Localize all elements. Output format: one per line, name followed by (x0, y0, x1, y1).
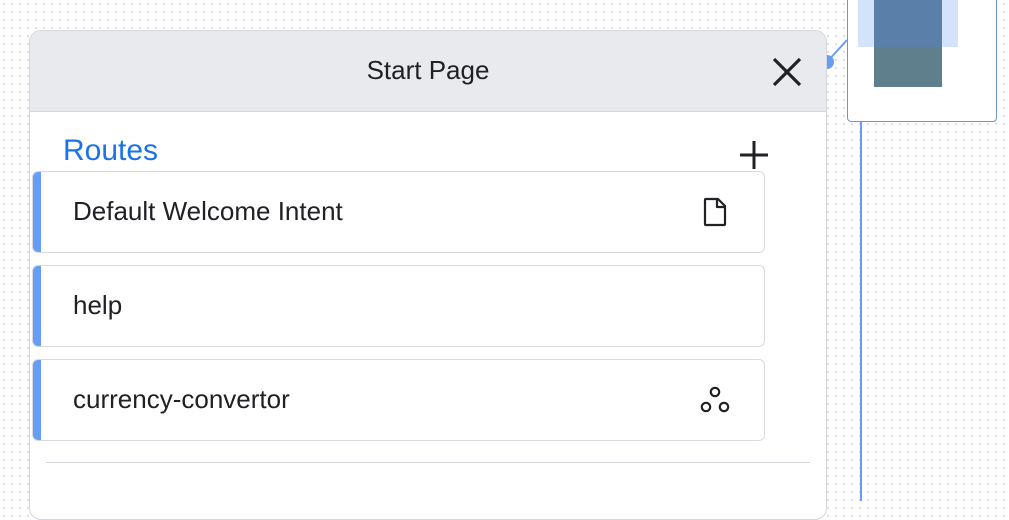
route-accent-bar (33, 266, 41, 346)
route-item-currency-convertor[interactable]: currency-convertor (32, 359, 765, 441)
close-icon (772, 57, 802, 87)
document-icon (700, 196, 730, 228)
flow-canvas[interactable]: Start Page Routes Default Welcome Intent (0, 0, 1009, 520)
webhook-icon (700, 384, 730, 416)
route-label: help (73, 290, 123, 320)
route-item-help[interactable]: help (32, 265, 765, 347)
next-page-node[interactable] (847, 0, 997, 122)
add-route-button[interactable] (737, 138, 771, 172)
route-label: Default Welcome Intent (73, 196, 343, 226)
plus-icon (740, 141, 768, 169)
close-button[interactable] (770, 55, 804, 89)
routes-list: Default Welcome Intent help currency-con… (32, 171, 765, 453)
route-label: currency-convertor (73, 384, 290, 414)
card-divider (46, 462, 810, 463)
page-title: Start Page (366, 55, 490, 85)
route-accent-bar (33, 172, 41, 252)
card-header: Start Page (30, 31, 826, 112)
node-preview-overlap (874, 0, 942, 47)
route-item-default-welcome-intent[interactable]: Default Welcome Intent (32, 171, 765, 253)
routes-heading: Routes (63, 134, 159, 167)
route-accent-bar (33, 360, 41, 440)
